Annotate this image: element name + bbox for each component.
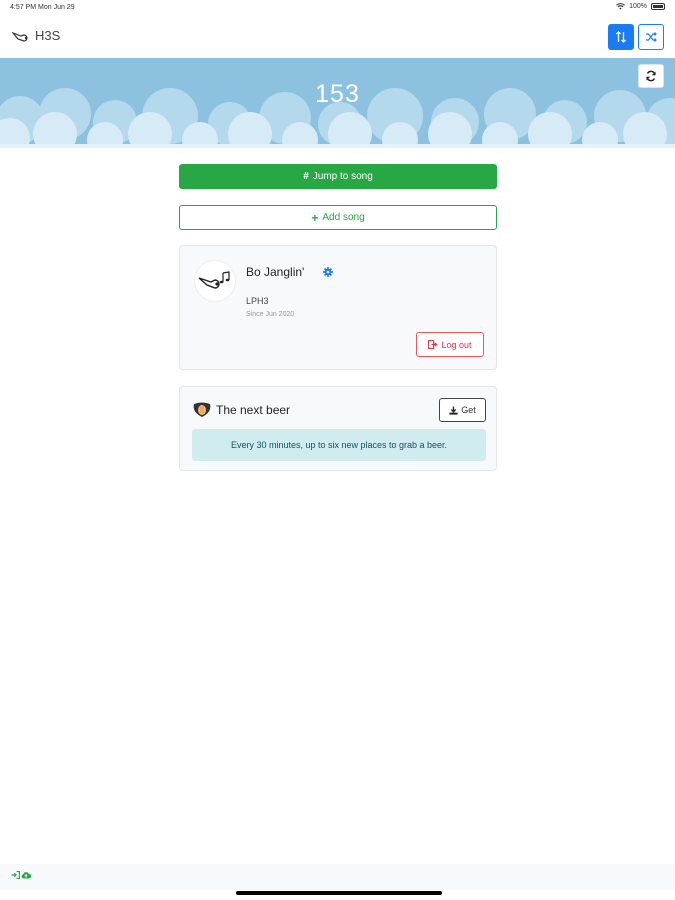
shuffle-icon <box>646 32 657 42</box>
brand-title: H3S <box>35 28 61 43</box>
wifi-icon <box>616 3 625 10</box>
refresh-icon <box>646 70 656 82</box>
whistle-icon <box>12 31 28 42</box>
add-song-button[interactable]: + Add song <box>179 205 497 230</box>
navbar: H3S <box>0 16 675 58</box>
app-screen: 4:57 PM Mon Jun 29 100% H3S 153 # Jump t… <box>0 0 675 900</box>
brand-link[interactable]: H3S <box>12 28 60 43</box>
sort-icon <box>616 31 626 43</box>
sort-button[interactable] <box>608 24 634 50</box>
status-right: 100% <box>616 3 665 10</box>
shuffle-button[interactable] <box>638 24 664 50</box>
next-beer-heading: The next beer <box>192 402 290 418</box>
sign-in-icon[interactable] <box>11 871 20 879</box>
plus-icon: + <box>311 210 319 225</box>
next-beer-card: The next beer Get Every 30 minutes, up t… <box>179 386 497 471</box>
next-beer-info: Every 30 minutes, up to six new places t… <box>192 429 486 461</box>
download-icon <box>449 406 458 415</box>
cloud-upload-icon[interactable] <box>21 871 31 879</box>
kennel-name: LPH3 <box>246 296 269 306</box>
hero-banner: 153 <box>0 58 675 148</box>
profile-name: Bo Janglin' <box>246 265 305 279</box>
jump-to-song-button[interactable]: # Jump to song <box>179 164 497 189</box>
profile-card: Bo Janglin' LPH3 Since Jun 2020 Log out <box>179 245 497 370</box>
hasher-logo-icon <box>198 271 230 289</box>
home-indicator <box>236 891 442 895</box>
get-label: Get <box>461 405 476 415</box>
battery-percent: 100% <box>629 3 647 10</box>
beer-badge-icon <box>193 402 211 417</box>
log-out-button[interactable]: Log out <box>416 332 484 357</box>
log-out-label: Log out <box>441 339 472 350</box>
sign-out-icon <box>428 340 438 349</box>
battery-icon <box>651 3 665 10</box>
status-time: 4:57 PM Mon Jun 29 <box>10 4 75 11</box>
next-beer-title: The next beer <box>216 403 291 417</box>
status-bar: 4:57 PM Mon Jun 29 100% <box>0 0 675 16</box>
gear-icon[interactable] <box>323 267 333 277</box>
get-beer-button[interactable]: Get <box>439 398 486 422</box>
refresh-button[interactable] <box>638 64 664 88</box>
footer-bar <box>0 864 675 890</box>
jump-to-song-label: Jump to song <box>312 171 373 182</box>
avatar <box>194 260 236 302</box>
add-song-label: Add song <box>322 212 365 223</box>
member-since: Since Jun 2020 <box>246 311 295 318</box>
hash-icon: # <box>303 171 309 182</box>
footer-icons <box>11 871 31 879</box>
song-count: 153 <box>315 80 360 108</box>
